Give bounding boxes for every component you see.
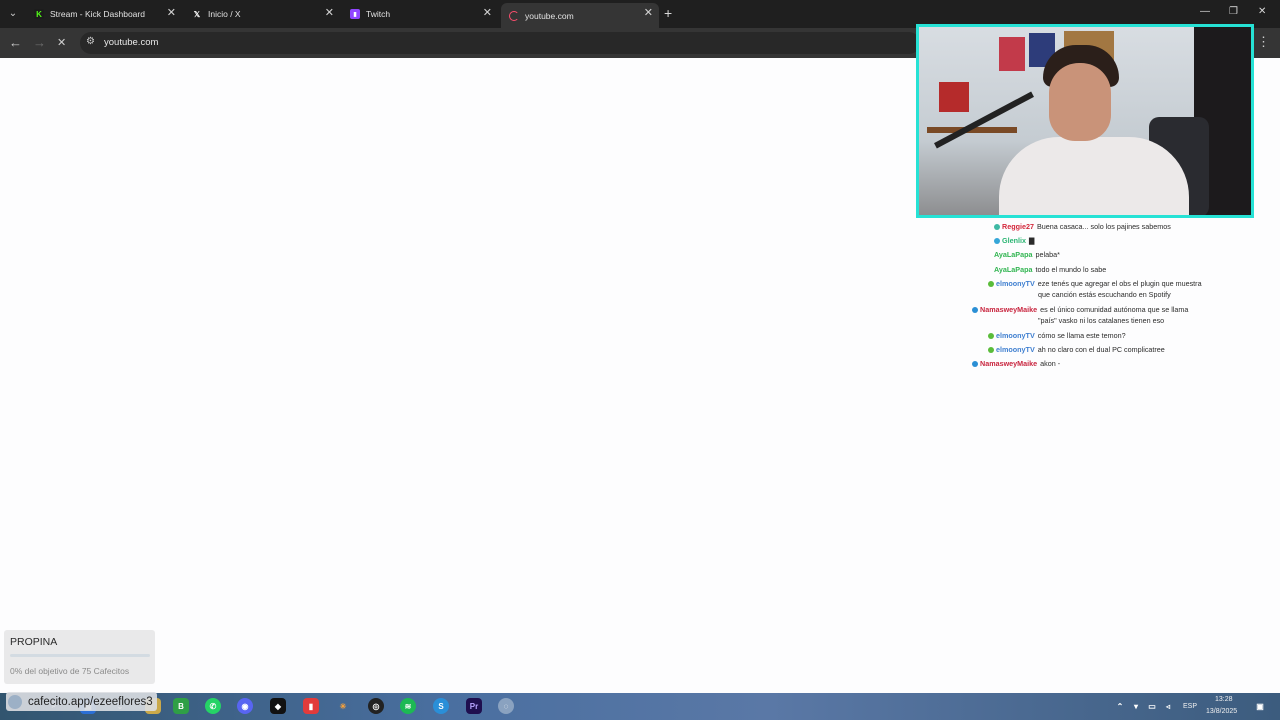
chat-username: AyaLaPapa bbox=[994, 250, 1033, 260]
twitch-icon: ▮ bbox=[350, 9, 360, 19]
poster-image bbox=[939, 82, 969, 112]
app-icon[interactable]: S bbox=[433, 698, 449, 714]
tab-label: Stream - Kick Dashboard bbox=[50, 9, 145, 19]
chat-message: elmoonyTV ah no claro con el dual PC comp… bbox=[972, 345, 1222, 359]
back-icon[interactable]: ← bbox=[9, 35, 22, 50]
forward-icon[interactable]: → bbox=[33, 35, 46, 50]
tab-x[interactable]: 𝕏 Inicio / X ✕ bbox=[184, 3, 340, 25]
tab-youtube[interactable]: youtube.com ✕ bbox=[501, 3, 659, 28]
restore-icon[interactable]: ❐ bbox=[1229, 6, 1238, 17]
chat-message: Glenlix ▇ bbox=[972, 236, 1222, 250]
chat-username: Reggie27 bbox=[1002, 222, 1034, 231]
notifications-icon[interactable]: ▣ bbox=[1254, 698, 1266, 714]
close-icon[interactable]: ✕ bbox=[644, 6, 653, 19]
window-close-icon[interactable]: ✕ bbox=[1258, 6, 1266, 17]
x-icon: 𝕏 bbox=[193, 9, 201, 19]
stop-icon[interactable]: ✕ bbox=[57, 36, 66, 49]
bookmark-app-icon[interactable]: B bbox=[173, 698, 189, 714]
chat-username: elmoonyTV bbox=[996, 344, 1035, 354]
chat-username: AyaLaPapa bbox=[994, 264, 1033, 274]
chat-text: cómo se llama este temon? bbox=[1037, 330, 1126, 340]
chat-badge-icon bbox=[994, 224, 1000, 231]
tip-subtitle: 0% del objetivo de 75 Cafecitos bbox=[10, 666, 130, 676]
chat-badge-icon bbox=[988, 347, 994, 354]
clock-time[interactable]: 13:28 bbox=[1215, 696, 1233, 703]
person-body bbox=[999, 137, 1189, 215]
chat-username: Glenlix bbox=[1002, 236, 1026, 246]
poster-image bbox=[999, 37, 1025, 71]
chat-text: pelaba* bbox=[1035, 250, 1060, 260]
windows-taskbar: ⌕ ▤ ⌄ B ✆ ◉ ◆ ▮ ✳ ◎ ≋ S Pr ◌ ⌃ ▾ ▭ ◃ ESP… bbox=[0, 693, 1280, 720]
clock-date[interactable]: 13/8/2025 bbox=[1206, 708, 1237, 715]
language-indicator[interactable]: ESP bbox=[1183, 703, 1197, 710]
app-icon[interactable]: ◆ bbox=[270, 698, 286, 714]
person-face bbox=[1049, 63, 1111, 141]
cafecito-link: cafecito.app/ezeeflores3 bbox=[28, 695, 153, 708]
chat-text: eze tenés que agregar el obs el plugin q… bbox=[1037, 278, 1202, 288]
cafecito-link-overlay: cafecito.app/ezeeflores3 bbox=[6, 692, 157, 711]
tip-widget: PROPINA 0% del objetivo de 75 Cafecitos bbox=[4, 630, 155, 684]
chat-badge-icon bbox=[994, 238, 1000, 245]
tray-chevron-icon[interactable]: ⌃ bbox=[1114, 698, 1126, 714]
tip-progress-bar bbox=[10, 654, 150, 657]
site-info-icon[interactable]: ⚙ bbox=[86, 36, 95, 47]
chat-badge-icon bbox=[988, 332, 994, 339]
chat-text-continuation: que canción estás escuchando en Spotify bbox=[1038, 289, 1171, 299]
chat-badge-icon bbox=[972, 361, 978, 368]
chat-message: NamasweyMaike akon - bbox=[972, 359, 1222, 373]
close-icon[interactable]: ✕ bbox=[483, 6, 492, 19]
new-tab-button[interactable]: + bbox=[664, 5, 672, 21]
close-icon[interactable]: ✕ bbox=[325, 6, 334, 19]
kick-icon: K bbox=[34, 9, 44, 19]
network-icon[interactable]: ▭ bbox=[1146, 698, 1158, 714]
chat-text: Buena casaca... solo los pajines sabemos bbox=[1036, 222, 1171, 231]
minimize-icon[interactable]: — bbox=[1200, 6, 1210, 17]
chrome-icon[interactable]: ◌ bbox=[498, 698, 514, 714]
chat-message: AyaLaPapa todo el mundo lo sabe bbox=[972, 265, 1222, 279]
chat-text: es el único comunidad autónoma que se ll… bbox=[1040, 304, 1189, 314]
chat-message: Reggie27 Buena casaca... solo los pajines… bbox=[972, 222, 1222, 236]
chat-text: ▇ bbox=[1028, 236, 1035, 246]
app-icon[interactable]: ✳ bbox=[335, 698, 351, 714]
chat-message: AyaLaPapa pelaba* bbox=[972, 250, 1222, 264]
webcam-overlay bbox=[916, 24, 1254, 218]
tab-label: Inicio / X bbox=[208, 9, 241, 19]
tab-kick-dashboard[interactable]: K Stream - Kick Dashboard ✕ bbox=[26, 3, 182, 25]
chat-username: NamasweyMaike bbox=[980, 359, 1038, 369]
url-text[interactable]: youtube.com bbox=[104, 37, 158, 48]
chat-text: todo el mundo lo sabe bbox=[1035, 264, 1107, 274]
spotify-icon[interactable]: ≋ bbox=[400, 698, 416, 714]
stream-chat: Reggie27 Buena casaca... solo los pajines… bbox=[972, 222, 1222, 373]
volume-icon[interactable]: ◃ bbox=[1162, 698, 1174, 714]
chat-message: NamasweyMaike es el único comunidad autón… bbox=[972, 305, 1222, 331]
tab-label: Twitch bbox=[366, 9, 391, 19]
chat-badge-icon bbox=[972, 306, 978, 313]
tab-label: youtube.com bbox=[525, 10, 574, 21]
chat-text: akon - bbox=[1040, 359, 1061, 369]
chat-username: NamasweyMaike bbox=[980, 304, 1038, 314]
discord-icon[interactable]: ◉ bbox=[237, 698, 253, 714]
cafecito-icon bbox=[8, 694, 22, 709]
chat-username: elmoonyTV bbox=[996, 330, 1035, 340]
tab-search-icon[interactable]: ⌄ bbox=[4, 5, 22, 23]
chat-text-continuation: "país" vasko ni los catalanes tienen eso bbox=[1038, 315, 1165, 325]
microphone-icon[interactable]: ▾ bbox=[1130, 698, 1142, 714]
close-icon[interactable]: ✕ bbox=[167, 6, 176, 19]
app-icon[interactable]: ▮ bbox=[303, 698, 319, 714]
chat-username: elmoonyTV bbox=[996, 278, 1035, 288]
address-bar[interactable]: ⚙ youtube.com bbox=[80, 32, 920, 54]
chat-badge-icon bbox=[988, 280, 994, 287]
tab-twitch[interactable]: ▮ Twitch ✕ bbox=[342, 3, 498, 25]
chat-message: elmoonyTV cómo se llama este temon? bbox=[972, 331, 1222, 345]
loading-icon bbox=[509, 10, 519, 21]
whatsapp-icon[interactable]: ✆ bbox=[205, 698, 221, 714]
menu-icon[interactable]: ⋮ bbox=[1257, 34, 1270, 50]
chat-message: elmoonyTV eze tenés que agregar el obs el… bbox=[972, 279, 1222, 305]
chat-text: ah no claro con el dual PC complicatree bbox=[1037, 344, 1165, 354]
tip-title: PROPINA bbox=[10, 636, 58, 648]
obs-icon[interactable]: ◎ bbox=[368, 698, 384, 714]
premiere-icon[interactable]: Pr bbox=[466, 698, 482, 714]
